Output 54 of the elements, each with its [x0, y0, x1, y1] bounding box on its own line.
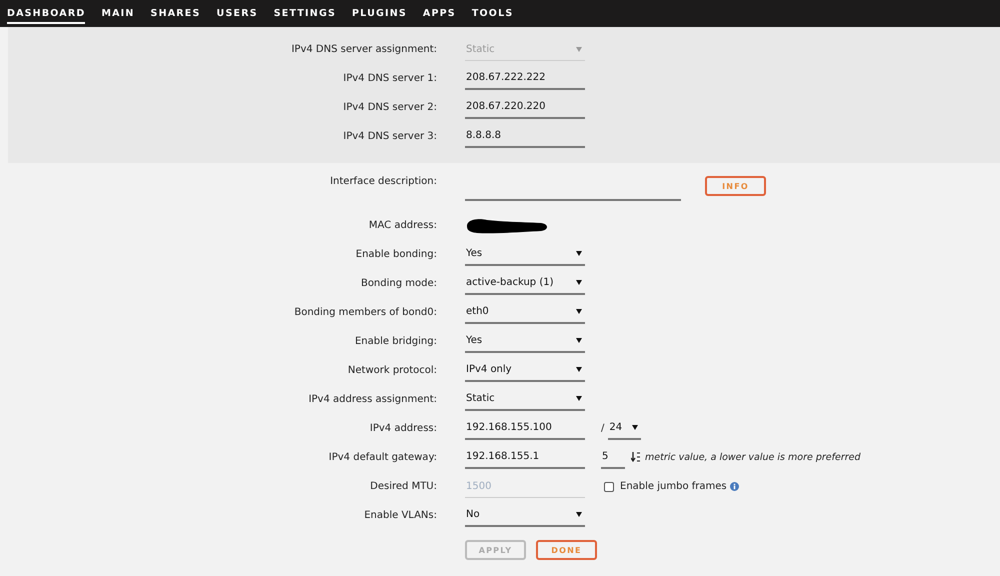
nav-tab[interactable]: MAIN [101, 6, 135, 24]
caret-icon [576, 396, 582, 401]
caret-icon [576, 251, 582, 256]
caret-icon [576, 338, 582, 343]
caret-icon [576, 512, 582, 517]
field-label: IPv4 DNS server 1: [342, 73, 437, 84]
input-field[interactable]: 8.8.8.8 [465, 126, 585, 148]
caret-icon [576, 280, 582, 285]
field-label: IPv4 DNS server 2: [342, 102, 437, 113]
input-field[interactable]: 208.67.222.222 [465, 68, 585, 90]
select-field[interactable]: IPv4 only [465, 360, 585, 382]
nav-tab[interactable]: APPS [422, 6, 456, 24]
field-label: Interface description: [329, 175, 437, 187]
field-label: Enable VLANs: [363, 510, 437, 521]
caret-icon [632, 425, 638, 430]
select-field[interactable]: 24 [608, 418, 642, 440]
input-field[interactable]: 192.168.155.1 [465, 446, 585, 468]
nav-tab[interactable]: PLUGINS [352, 6, 407, 24]
nav-tab[interactable]: DASHBOARD [7, 6, 86, 24]
caret-icon [576, 367, 582, 372]
select-field[interactable]: Static [465, 388, 585, 410]
hint-text: metric value, a lower value is more preferred [645, 452, 861, 463]
nav-tab[interactable]: SHARES [150, 6, 201, 24]
select-field[interactable]: active-backup (1) [465, 272, 585, 294]
field-label: Bonding members of bond0: [293, 307, 437, 318]
input-field[interactable]: 208.67.220.220 [465, 96, 585, 118]
checkbox[interactable] [604, 482, 614, 492]
field-label: Bonding mode: [360, 278, 437, 289]
field-label: Desired MTU: [369, 481, 437, 492]
info-icon[interactable] [730, 482, 739, 491]
field-label: Enable bridging: [354, 336, 437, 347]
input-field[interactable]: 192.168.155.100 [465, 418, 585, 440]
nav-tab[interactable]: USERS [216, 6, 258, 24]
field-label: Network protocol: [346, 365, 437, 376]
field-label: IPv4 address assignment: [308, 394, 437, 405]
nav-tab[interactable]: TOOLS [472, 6, 514, 24]
slash-text: / [601, 423, 604, 434]
caret-icon [576, 309, 582, 314]
field-label: IPv4 address: [368, 423, 437, 434]
metric-field[interactable]: 5 [601, 446, 625, 468]
field-label: IPv4 default gateway: [328, 452, 437, 463]
select-field[interactable]: Yes [465, 330, 585, 352]
sort-icon [631, 452, 641, 463]
select-field[interactable]: eth0 [465, 302, 585, 324]
input-field[interactable]: 1500 [465, 476, 585, 498]
field-label: IPv4 DNS server assignment: [290, 44, 437, 55]
select-field[interactable]: No [465, 504, 585, 526]
caret-icon [576, 46, 582, 52]
nav-tab[interactable]: SETTINGS [274, 6, 336, 24]
field-label: Enable bonding: [354, 249, 437, 260]
field-label: MAC address: [368, 220, 437, 231]
field-label: IPv4 DNS server 3: [342, 131, 437, 142]
checkbox-label: Enable jumbo frames [620, 481, 727, 492]
select-field[interactable]: Yes [465, 244, 585, 266]
